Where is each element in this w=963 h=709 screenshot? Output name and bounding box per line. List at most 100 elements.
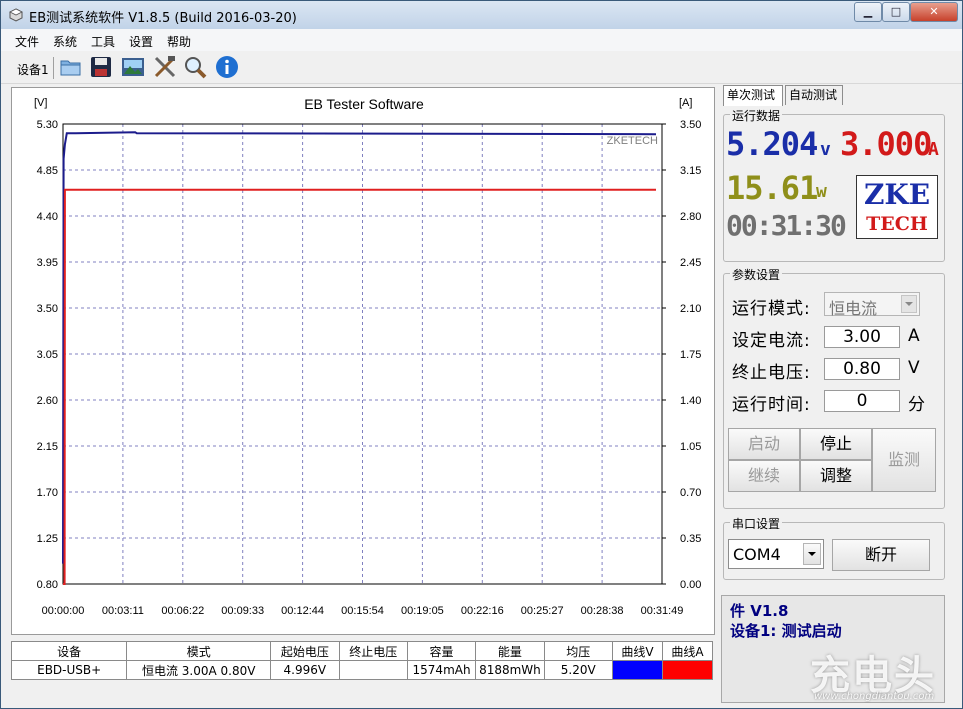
device-label[interactable]: 设备1 [17,61,49,78]
current-readout: 3.000 [840,125,932,163]
time-unit-label: 分 [908,395,925,415]
info-icon[interactable] [215,55,239,79]
y-right-tick-label: 2.10 [680,303,701,315]
y-left-tick-label: 4.40 [37,211,58,223]
zketech-logo: ZKE TECH [856,175,938,239]
table-header-row: 设备 模式 起始电压 终止电压 容量 能量 均压 曲线V 曲线A [10,641,714,661]
table-cell: 4.996V [270,660,340,680]
y-right-tick-label: 0.00 [680,579,701,591]
toolbar: 设备1 [1,51,962,84]
voltage-readout: 5.204 [726,125,818,163]
y-left-tick-label: 3.50 [37,303,58,315]
y-left-tick-label: 0.80 [37,579,58,591]
menu-file[interactable]: 文件 [15,33,39,50]
picture-icon[interactable] [121,55,145,79]
menu-settings[interactable]: 设置 [129,33,153,50]
table-row[interactable]: EBD-USB+ 恒电流 3.00A 0.80V 4.996V 1574mAh … [10,660,714,680]
current-series-line [63,188,656,585]
toolbar-separator [53,57,54,79]
mode-select-value: 恒电流 [829,299,878,318]
curve-v-color-swatch[interactable] [611,660,663,680]
logo-zke: ZKE [859,178,935,211]
status-version: 件 V1.8 [730,602,789,620]
open-folder-icon[interactable] [59,55,83,79]
table-header: 能量 [475,641,545,661]
current-unit-label: A [908,326,920,346]
disconnect-button[interactable]: 断开 [832,539,930,571]
brand-watermark: 充电头 www.chongdiantou.com [806,641,961,707]
y-right-tick-label: 1.05 [680,441,701,453]
y-right-tick-label: 1.75 [680,349,701,361]
table-header: 终止电压 [338,641,408,661]
chart-watermark: ZKETECH [607,135,658,147]
minimize-button[interactable]: ▁ [854,2,882,22]
chart-series [62,131,657,585]
table-cell: EBD-USB+ [10,660,128,680]
x-tick-label: 00:12:44 [281,605,324,617]
mode-label: 运行模式: [732,299,811,319]
app-icon [9,8,23,22]
table-cell: 1574mAh [406,660,477,680]
left-axis-unit: [V] [34,97,47,109]
y-right-tick-label: 0.35 [680,533,701,545]
com-port-select[interactable]: COM4 [728,539,824,569]
mode-dropdown-arrow[interactable] [901,295,917,313]
window-title: EB测试系统软件 V1.8.5 (Build 2016-03-20) [29,11,297,26]
run-time-input[interactable]: 0 [824,390,900,412]
table-cell: 5.20V [543,660,613,680]
table-cell [338,660,408,680]
tools-icon[interactable] [153,55,177,79]
magnifier-icon[interactable] [183,55,207,79]
menu-help[interactable]: 帮助 [167,33,191,50]
menu-system[interactable]: 系统 [53,33,77,50]
run-data-group: 运行数据 5.204 v 3.000 A 15.61 w 00:31:30 ZK… [723,107,945,262]
y-right-tick-label: 3.50 [680,119,701,131]
chart-svg[interactable]: 5.30 3.50 4.85 3.15 4.40 2.80 3.95 2.45 3.50 2.10… [12,88,714,634]
right-axis-unit: [A] [679,97,692,109]
save-disk-icon[interactable] [89,55,113,79]
close-button[interactable]: ✕ [910,2,958,22]
maximize-button[interactable]: □ [882,2,910,22]
table-header: 容量 [406,641,477,661]
x-tick-label: 00:15:54 [341,605,384,617]
title-bar: EB测试系统软件 V1.8.5 (Build 2016-03-20) ▁ □ ✕ [1,1,962,29]
x-tick-label: 00:00:00 [42,605,85,617]
chart-title: EB Tester Software [304,96,424,112]
adjust-button[interactable]: 调整 [800,460,872,492]
cutoff-voltage-input[interactable]: 0.80 [824,358,900,380]
continue-button[interactable]: 继续 [728,460,800,492]
menu-tools[interactable]: 工具 [91,33,115,50]
time-readout: 00:31:30 [726,209,847,242]
chart-ticks: 5.30 3.50 4.85 3.15 4.40 2.80 3.95 2.45 3.50 2.10… [37,119,702,617]
table-cell: 恒电流 3.00A 0.80V [126,660,272,680]
time-label: 运行时间: [732,395,811,415]
stop-button[interactable]: 停止 [800,428,872,460]
tab-single-test[interactable]: 单次测试 [723,85,783,106]
status-message: 设备1: 测试启动 [730,622,842,640]
set-current-input[interactable]: 3.00 [824,326,900,348]
y-right-tick-label: 2.80 [680,211,701,223]
x-tick-label: 00:19:05 [401,605,444,617]
serial-group: 串口设置 COM4 断开 [723,515,945,580]
chart-panel: 5.30 3.50 4.85 3.15 4.40 2.80 3.95 2.45 3.50 2.10… [11,87,715,635]
y-left-tick-label: 4.85 [37,165,58,177]
menu-bar: 文件 系统 工具 设置 帮助 [1,29,962,51]
chevron-down-icon [808,552,816,556]
y-left-tick-label: 3.95 [37,257,58,269]
y-left-tick-label: 1.25 [37,533,58,545]
params-title: 参数设置 [730,266,783,283]
current-unit: A [928,139,939,160]
voltage-series-line [62,131,657,564]
table-header: 模式 [126,641,272,661]
mode-select[interactable]: 恒电流 [824,292,920,318]
curve-a-color-swatch[interactable] [661,660,714,680]
table-header: 起始电压 [270,641,340,661]
current-label: 设定电流: [732,331,811,351]
x-tick-label: 00:03:11 [102,605,144,617]
monitor-button[interactable]: 监测 [872,428,936,492]
com-port-dropdown-arrow[interactable] [803,543,821,565]
start-button[interactable]: 启动 [728,428,800,460]
y-left-tick-label: 2.60 [37,395,58,407]
tab-auto-test[interactable]: 自动测试 [785,85,843,105]
run-data-title: 运行数据 [730,107,783,124]
